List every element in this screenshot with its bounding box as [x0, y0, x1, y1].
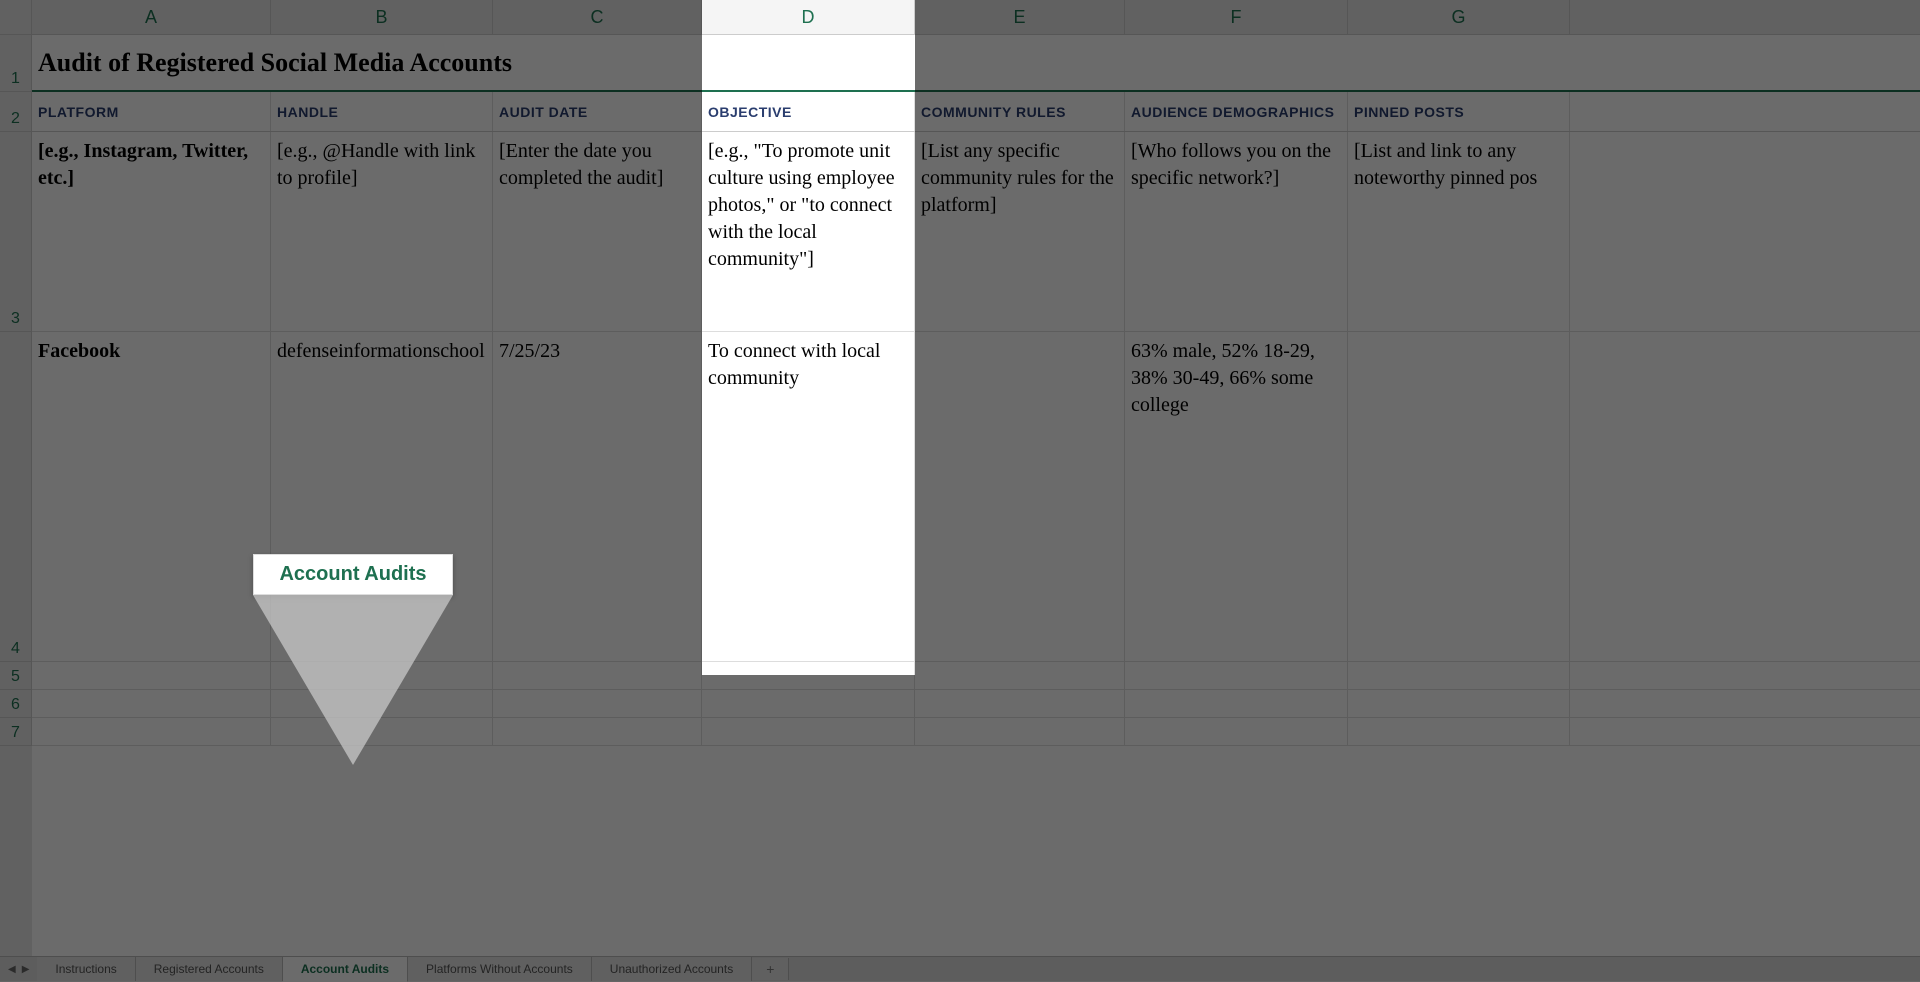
- example-pinned-posts[interactable]: [List and link to any noteworthy pinned …: [1348, 132, 1570, 331]
- cell-e5[interactable]: [915, 662, 1125, 689]
- cell-d7[interactable]: [702, 718, 915, 745]
- cell-g7[interactable]: [1348, 718, 1570, 745]
- header-platform[interactable]: PLATFORM: [32, 92, 271, 131]
- col-header-b[interactable]: B: [271, 0, 493, 34]
- cell-b5[interactable]: [271, 662, 493, 689]
- cell-b7[interactable]: [271, 718, 493, 745]
- col-header-a[interactable]: A: [32, 0, 271, 34]
- cell-a6[interactable]: [32, 690, 271, 717]
- header-audience-demographics[interactable]: AUDIENCE DEMOGRAPHICS: [1125, 92, 1348, 131]
- column-headers-row: A B C D E F G: [0, 0, 1920, 35]
- col-header-d[interactable]: D: [702, 0, 915, 34]
- cell-g6[interactable]: [1348, 690, 1570, 717]
- row-header-7[interactable]: 7: [0, 718, 32, 746]
- sheet-title[interactable]: Audit of Registered Social Media Account…: [32, 35, 1570, 90]
- sheet-tab-unauthorized-accounts[interactable]: Unauthorized Accounts: [592, 957, 752, 981]
- col-header-c[interactable]: C: [493, 0, 702, 34]
- data-community-rules[interactable]: [915, 332, 1125, 661]
- tab-nav-next-icon[interactable]: ▶: [22, 964, 30, 975]
- cell-c7[interactable]: [493, 718, 702, 745]
- cell-e7[interactable]: [915, 718, 1125, 745]
- row-header-4[interactable]: 4: [0, 332, 32, 662]
- example-community-rules[interactable]: [List any specific community rules for t…: [915, 132, 1125, 331]
- col-header-e[interactable]: E: [915, 0, 1125, 34]
- tab-nav-prev-icon[interactable]: ◀: [8, 964, 16, 975]
- cell-grid: Audit of Registered Social Media Account…: [32, 35, 1920, 956]
- row-header-1[interactable]: 1: [0, 35, 32, 92]
- header-audit-date[interactable]: AUDIT DATE: [493, 92, 702, 131]
- sheet-tabs-bar: ◀ ▶ Instructions Registered Accounts Acc…: [0, 956, 1920, 981]
- data-pinned-posts[interactable]: [1348, 332, 1570, 661]
- spreadsheet: A B C D E F G 1 2 3 4 5 6 7 Audit of Reg…: [0, 0, 1920, 981]
- row-3: [e.g., Instagram, Twitter, etc.] [e.g., …: [32, 132, 1920, 332]
- sheet-tab-add-button[interactable]: +: [752, 958, 789, 980]
- cell-a7[interactable]: [32, 718, 271, 745]
- row-7: [32, 718, 1920, 746]
- cell-f7[interactable]: [1125, 718, 1348, 745]
- example-handle[interactable]: [e.g., @Handle with link to profile]: [271, 132, 493, 331]
- data-objective[interactable]: To connect with local community: [702, 332, 915, 661]
- cell-d6[interactable]: [702, 690, 915, 717]
- row-6: [32, 690, 1920, 718]
- col-header-f[interactable]: F: [1125, 0, 1348, 34]
- row-header-2[interactable]: 2: [0, 92, 32, 132]
- row-2: PLATFORM HANDLE AUDIT DATE OBJECTIVE COM…: [32, 92, 1920, 132]
- sheet-tab-instructions[interactable]: Instructions: [37, 957, 135, 981]
- row-header-3[interactable]: 3: [0, 132, 32, 332]
- col-header-g[interactable]: G: [1348, 0, 1570, 34]
- cell-a5[interactable]: [32, 662, 271, 689]
- sheet-tab-account-audits[interactable]: Account Audits: [283, 957, 408, 982]
- sheet-tab-registered-accounts[interactable]: Registered Accounts: [136, 957, 283, 981]
- data-handle[interactable]: defenseinformationschool: [271, 332, 493, 661]
- cell-c5[interactable]: [493, 662, 702, 689]
- row-headers-column: 1 2 3 4 5 6 7: [0, 35, 32, 956]
- main-grid-area: 1 2 3 4 5 6 7 Audit of Registered Social…: [0, 35, 1920, 956]
- example-platform[interactable]: [e.g., Instagram, Twitter, etc.]: [32, 132, 271, 331]
- cell-c6[interactable]: [493, 690, 702, 717]
- cell-d5[interactable]: [702, 662, 915, 689]
- data-platform[interactable]: Facebook: [32, 332, 271, 661]
- cell-g5[interactable]: [1348, 662, 1570, 689]
- row-header-6[interactable]: 6: [0, 690, 32, 718]
- example-audience-demographics[interactable]: [Who follows you on the specific network…: [1125, 132, 1348, 331]
- header-objective[interactable]: OBJECTIVE: [702, 92, 915, 131]
- cell-b6[interactable]: [271, 690, 493, 717]
- row-4: Facebook defenseinformationschool 7/25/2…: [32, 332, 1920, 662]
- cell-e6[interactable]: [915, 690, 1125, 717]
- header-community-rules[interactable]: COMMUNITY RULES: [915, 92, 1125, 131]
- example-audit-date[interactable]: [Enter the date you completed the audit]: [493, 132, 702, 331]
- data-audience-demographics[interactable]: 63% male, 52% 18-29, 38% 30-49, 66% some…: [1125, 332, 1348, 661]
- data-audit-date[interactable]: 7/25/23: [493, 332, 702, 661]
- cell-f6[interactable]: [1125, 690, 1348, 717]
- row-header-5[interactable]: 5: [0, 662, 32, 690]
- row-5: [32, 662, 1920, 690]
- example-objective[interactable]: [e.g., "To promote unit culture using em…: [702, 132, 915, 331]
- tab-nav: ◀ ▶: [0, 964, 37, 975]
- row-1: Audit of Registered Social Media Account…: [32, 35, 1920, 92]
- select-all-corner[interactable]: [0, 0, 32, 34]
- sheet-tab-platforms-without-accounts[interactable]: Platforms Without Accounts: [408, 957, 592, 981]
- header-handle[interactable]: HANDLE: [271, 92, 493, 131]
- cell-f5[interactable]: [1125, 662, 1348, 689]
- header-pinned-posts[interactable]: PINNED POSTS: [1348, 92, 1570, 131]
